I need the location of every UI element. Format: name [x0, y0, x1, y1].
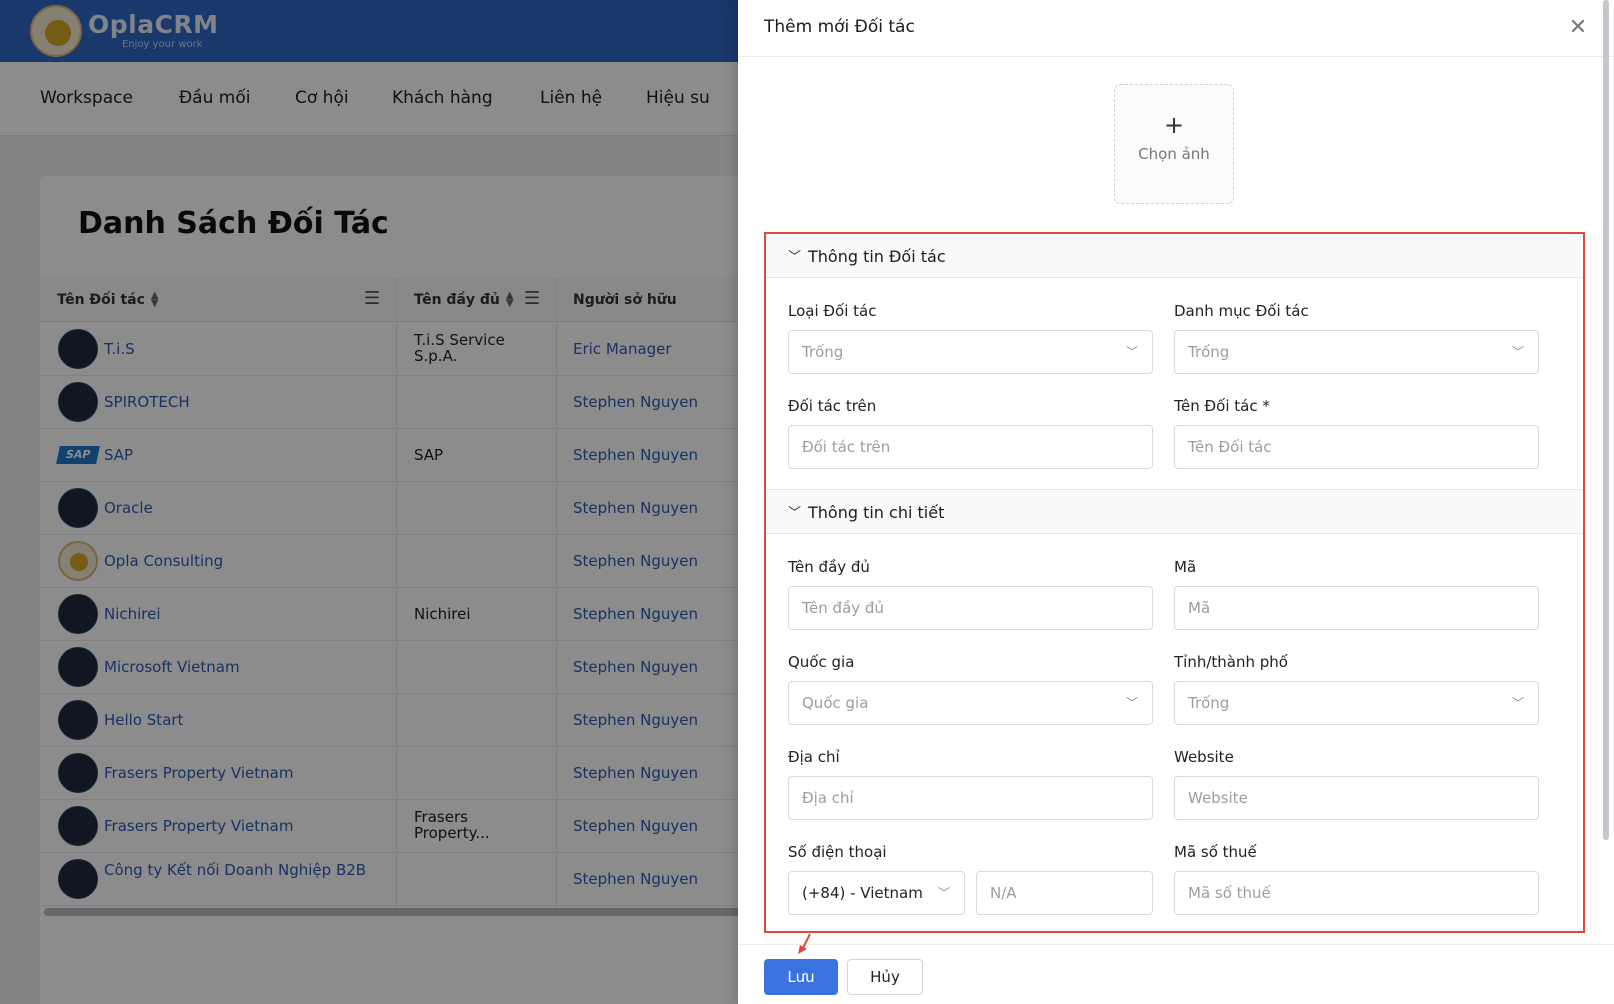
chevron-down-icon[interactable]: ﹀	[788, 246, 801, 265]
phone-country-select[interactable]: (+84) - Vietnam ﹀	[788, 871, 965, 915]
save-button[interactable]: Lưu	[764, 959, 838, 995]
drawer-header: Thêm mới Đối tác ✕	[738, 0, 1614, 57]
code-input[interactable]: Mã	[1174, 586, 1539, 630]
cancel-button[interactable]: Hủy	[847, 959, 923, 995]
partner-name-input[interactable]: Tên Đối tác	[1174, 425, 1539, 469]
partner-type-label: Loại Đối tác	[788, 302, 877, 320]
city-label: Tỉnh/thành phố	[1174, 653, 1288, 671]
section-partner-info[interactable]: ﹀ Thông tin Đối tác	[766, 234, 1583, 278]
add-partner-drawer: Thêm mới Đối tác ✕ + Chọn ảnh ﹀ Thông ti…	[738, 0, 1614, 1004]
phone-label: Số điện thoại	[788, 843, 887, 861]
full-name-label: Tên đầy đủ	[788, 558, 870, 576]
country-label: Quốc gia	[788, 653, 855, 671]
chevron-down-icon: ﹀	[1511, 345, 1524, 359]
close-icon[interactable]: ✕	[1566, 16, 1590, 40]
parent-partner-input[interactable]: Đối tác trên	[788, 425, 1153, 469]
partner-name-label: Tên Đối tác *	[1174, 397, 1270, 415]
chevron-down-icon: ﹀	[1511, 696, 1524, 710]
form-highlight-box: ﹀ Thông tin Đối tác Loại Đối tác Trống ﹀ …	[764, 232, 1585, 933]
phone-input[interactable]: N/A	[976, 871, 1153, 915]
modal-backdrop[interactable]	[0, 0, 738, 1004]
upload-label: Chọn ảnh	[1138, 145, 1210, 163]
code-label: Mã	[1174, 558, 1197, 576]
tax-code-input[interactable]: Mã số thuế	[1174, 871, 1539, 915]
partner-category-label: Danh mục Đối tác	[1174, 302, 1309, 320]
plus-icon: +	[1163, 111, 1185, 139]
partner-category-select[interactable]: Trống ﹀	[1174, 330, 1539, 374]
chevron-down-icon: ﹀	[1125, 345, 1138, 359]
vertical-scrollbar[interactable]	[1603, 0, 1609, 840]
drawer-title: Thêm mới Đối tác	[764, 17, 915, 37]
partner-type-select[interactable]: Trống ﹀	[788, 330, 1153, 374]
website-label: Website	[1174, 748, 1234, 766]
section-title: Thông tin chi tiết	[808, 503, 945, 522]
chevron-down-icon[interactable]: ﹀	[788, 502, 801, 521]
parent-partner-label: Đối tác trên	[788, 397, 877, 415]
annotation-arrow-icon	[798, 933, 811, 954]
section-title: Thông tin Đối tác	[808, 247, 946, 266]
country-select[interactable]: Quốc gia ﹀	[788, 681, 1153, 725]
tax-code-label: Mã số thuế	[1174, 843, 1257, 861]
city-select[interactable]: Trống ﹀	[1174, 681, 1539, 725]
address-input[interactable]: Địa chỉ	[788, 776, 1153, 820]
address-label: Địa chỉ	[788, 748, 840, 766]
full-name-input[interactable]: Tên đầy đủ	[788, 586, 1153, 630]
website-input[interactable]: Website	[1174, 776, 1539, 820]
chevron-down-icon: ﹀	[1125, 696, 1138, 710]
chevron-down-icon: ﹀	[937, 886, 950, 900]
section-detail-info[interactable]: ﹀ Thông tin chi tiết	[766, 489, 1583, 534]
image-upload[interactable]: + Chọn ảnh	[1114, 84, 1234, 204]
drawer-footer: Lưu Hủy	[738, 944, 1614, 1004]
